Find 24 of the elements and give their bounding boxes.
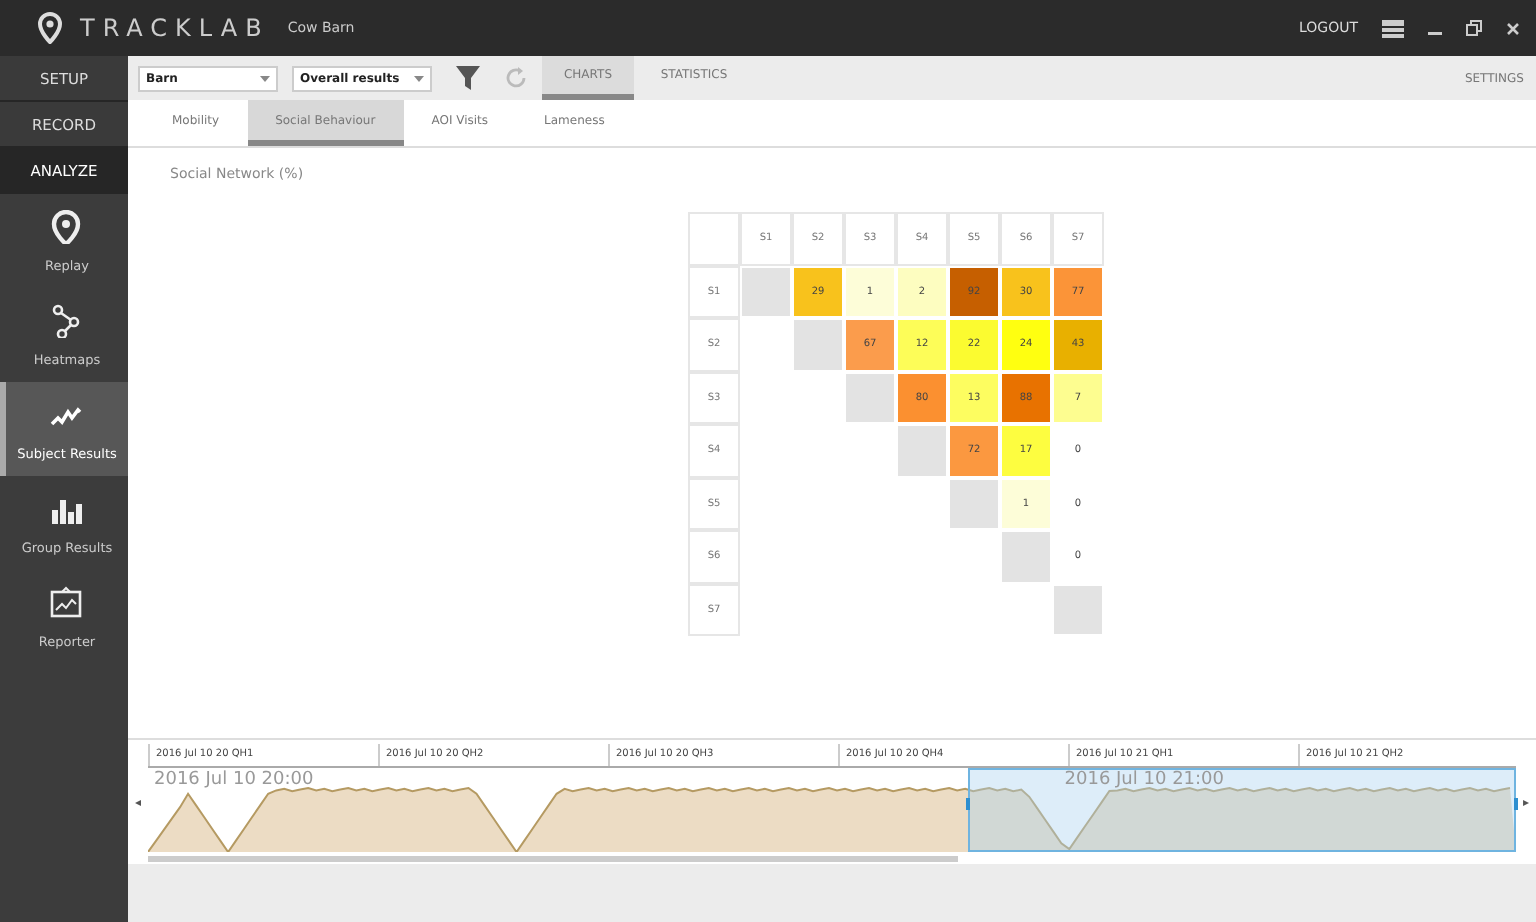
diagonal-cell (1052, 583, 1104, 636)
diagonal-cell (844, 371, 896, 424)
presentation-board-icon (50, 585, 84, 619)
caret-icon (414, 75, 424, 81)
location-pin-icon (38, 12, 62, 44)
filter-icon (456, 66, 480, 90)
app-name: TRACKLAB (80, 14, 270, 42)
diagonal-cell (896, 424, 948, 477)
location-pin-icon (50, 209, 84, 243)
caret-icon (260, 75, 270, 81)
selection-range[interactable] (968, 767, 1516, 851)
route-icon (50, 303, 84, 337)
corner-cell (688, 212, 740, 265)
close-icon (1506, 21, 1520, 35)
diagonal-cell (740, 265, 792, 318)
scrollbar[interactable] (148, 855, 958, 861)
menu-icon (1382, 19, 1404, 37)
diagonal-cell (1000, 530, 1052, 583)
hour-label: 2016 Jul 10 20:00 (154, 769, 314, 789)
diagonal-cell (948, 477, 1000, 530)
hour-label: 2016 Jul 10 21:00 (1064, 769, 1224, 789)
diagonal-cell (792, 318, 844, 371)
refresh-icon (504, 66, 528, 90)
restore-icon (1466, 20, 1482, 36)
